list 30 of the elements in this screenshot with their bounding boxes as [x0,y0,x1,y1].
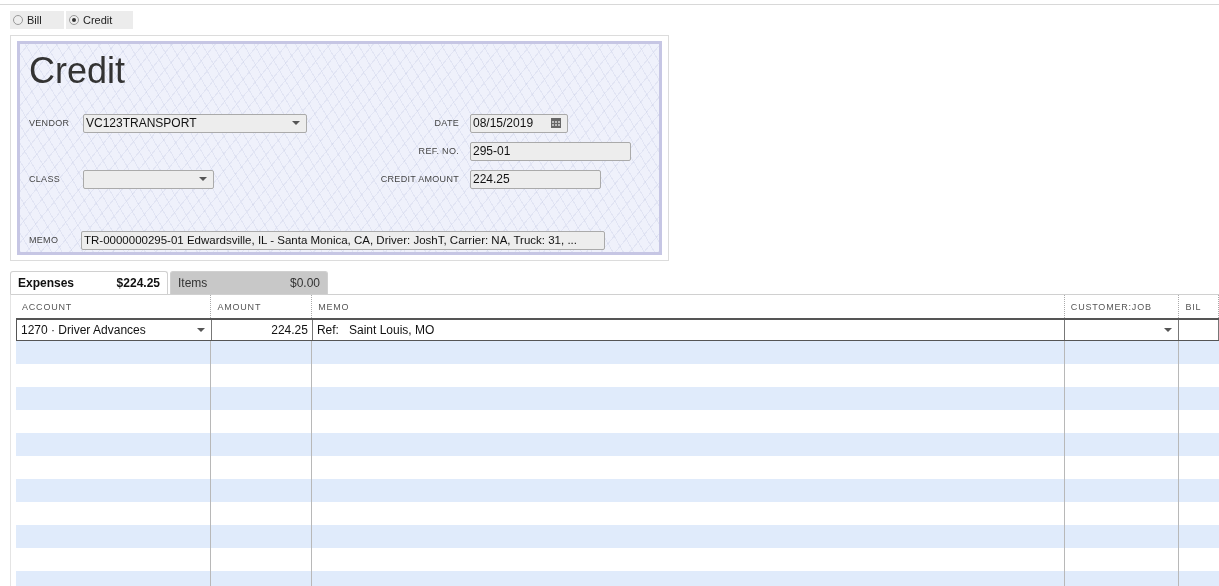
caret-icon [197,328,206,332]
ref-no-field[interactable]: 295-01 [470,141,631,161]
table-cell: Ref: Saint Louis, MO [312,320,1065,340]
field-label: REF. NO. [417,146,459,156]
calendar-icon [551,118,561,128]
date-field[interactable]: 08/15/2019 [470,113,568,133]
column-header: BIL [1179,295,1219,318]
form-title: Credit [29,50,126,92]
tab[interactable]: Items $0.00 [170,271,328,294]
mode-radio[interactable]: Bill [10,11,64,29]
column-header: MEMO [312,295,1065,318]
field-label: MEMO [29,235,60,245]
account-dropdown[interactable]: 1270 · Driver Advances [17,320,213,340]
caret-icon [1164,328,1173,332]
credit-amount-field[interactable]: 224.25 [470,169,601,189]
field-label: CREDIT AMOUNT [379,174,459,184]
column-header: CUSTOMER:JOB [1064,295,1180,318]
field-label: CLASS [29,174,61,184]
mode-radio[interactable]: Credit [66,11,133,29]
caret-icon [292,121,300,125]
field-label: VENDOR [29,118,71,128]
field-label: DATE [433,118,459,128]
column-header: AMOUNT [211,295,313,318]
column-header: ACCOUNT [16,295,212,318]
memo-field[interactable]: TR-0000000295-01 Edwardsville, IL - Santa Monica, CA, Driver: JoshT, Carrier: NA, Truck: 31, ... [81,230,605,250]
table-cell: 224.25 [212,320,313,340]
tab[interactable]: Expenses $224.25 [10,271,168,294]
class-dropdown[interactable] [83,169,214,189]
caret-icon [199,177,207,181]
vendor-dropdown[interactable]: VC123TRANSPORT [83,113,307,133]
